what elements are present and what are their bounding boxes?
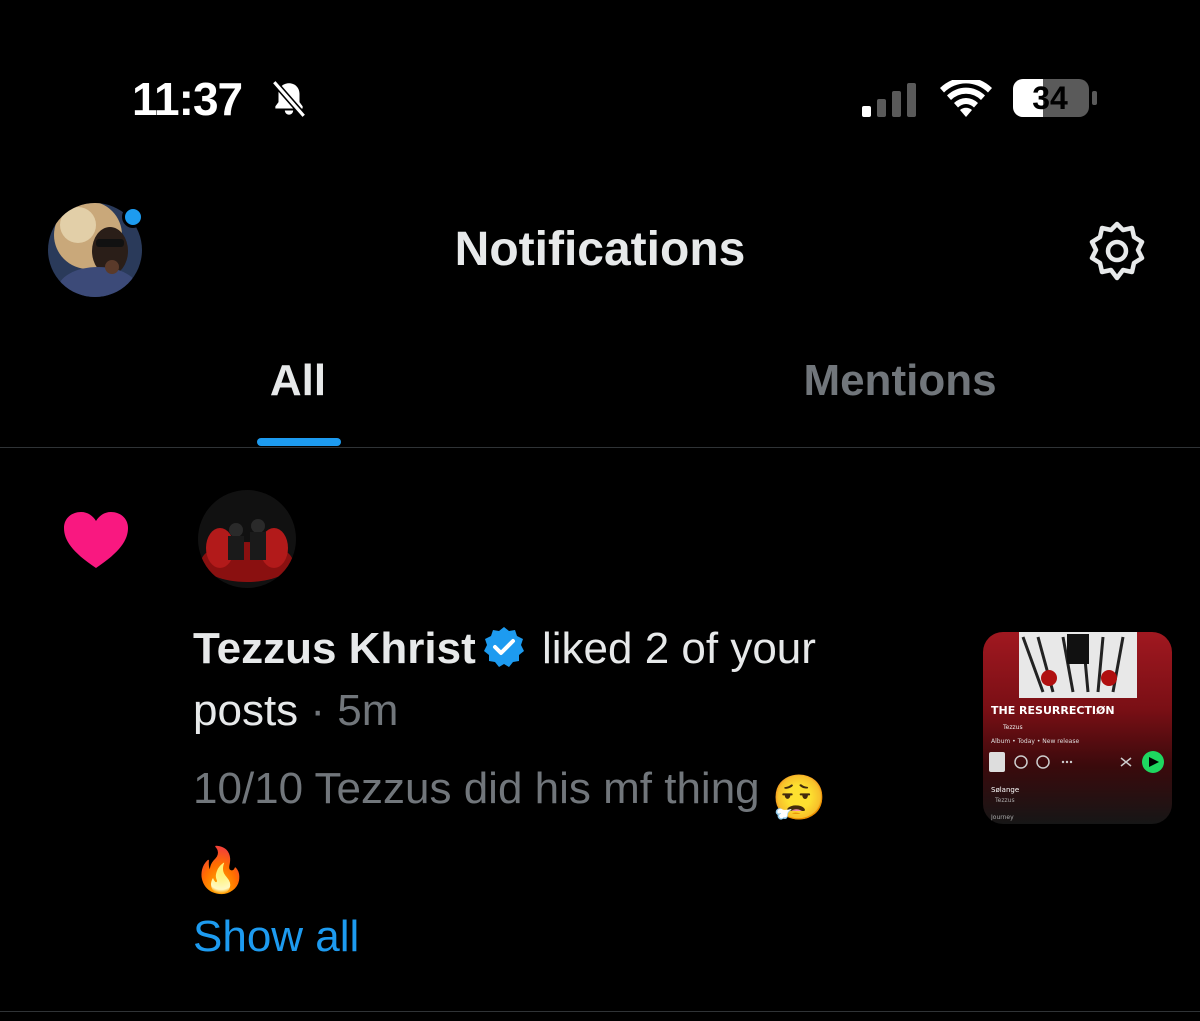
user-avatar[interactable] [198, 490, 296, 588]
notification-text: Tezzus Khrist liked 2 of your posts · 5m [193, 618, 933, 742]
bell-muted-icon [271, 80, 307, 118]
status-time: 11:37 [132, 73, 243, 125]
wifi-icon [940, 80, 992, 117]
cellular-signal-icon [862, 83, 916, 117]
user-name[interactable]: Tezzus Khrist [193, 624, 476, 673]
post-media-thumbnail[interactable]: THE RESURRECTIØN Tezzus Album • Today • … [983, 632, 1172, 824]
album-artist: Tezzus [1003, 724, 1023, 731]
divider [0, 447, 1200, 448]
battery-level: 34 [1032, 80, 1068, 116]
song-title: Sølange [991, 786, 1020, 794]
page-title: Notifications [454, 223, 746, 276]
separator: · [298, 686, 338, 735]
next-song: Journey [991, 814, 1014, 821]
divider [0, 1011, 1200, 1012]
active-tab-indicator [257, 438, 341, 446]
gear-icon[interactable] [1085, 220, 1149, 284]
heart-icon [64, 512, 128, 568]
post-text: 10/10 Tezzus did his mf thing [193, 764, 772, 813]
battery-icon: 34 [1012, 78, 1098, 118]
notification-time: 5m [337, 686, 399, 735]
player-controls [989, 751, 1164, 773]
post-preview[interactable]: 10/10 Tezzus did his mf thing 😮‍💨 🔥 [193, 758, 933, 902]
album-title: THE RESURRECTIØN [991, 704, 1115, 717]
song-artist: Tezzus [995, 797, 1015, 804]
fire-emoji: 🔥 [193, 846, 248, 895]
tab-all[interactable]: All [0, 356, 596, 406]
tab-mentions[interactable]: Mentions [600, 356, 1200, 406]
verified-badge-icon [483, 627, 524, 667]
face-exhaling-emoji: 😮‍💨 [771, 774, 827, 823]
album-meta: Album • Today • New release [991, 738, 1080, 745]
show-all-link[interactable]: Show all [193, 912, 359, 962]
